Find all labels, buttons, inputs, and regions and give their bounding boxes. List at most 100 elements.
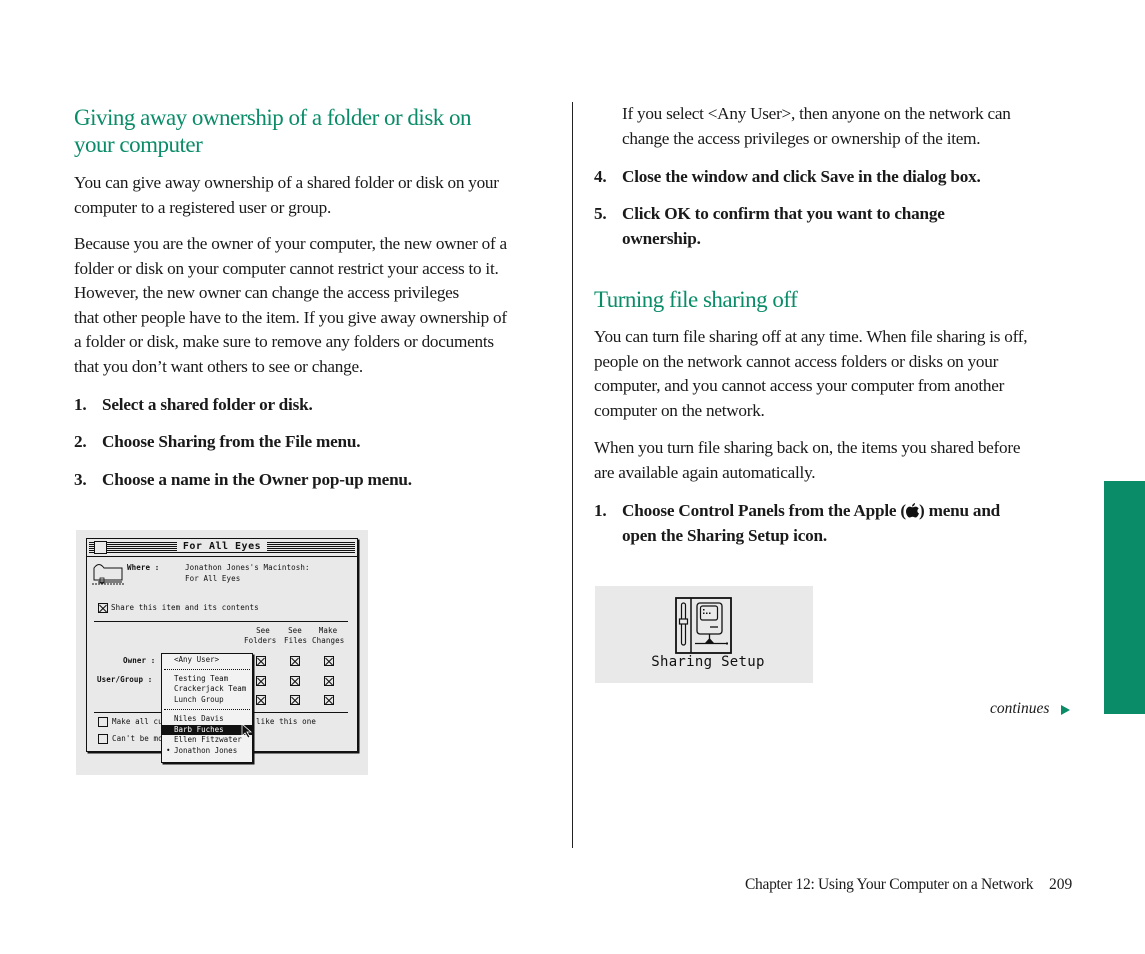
divider <box>94 621 348 622</box>
section-heading-turning-off: Turning file sharing off <box>594 286 798 313</box>
mouse-pointer-icon <box>241 723 253 739</box>
menu-item-any-user[interactable]: <Any User> <box>174 655 219 665</box>
continues-arrow-icon <box>1061 705 1070 715</box>
menu-item-lunch-group[interactable]: Lunch Group <box>174 695 224 705</box>
where-label: Where : <box>127 563 160 572</box>
text-line: that other people have to the item. If y… <box>74 307 507 327</box>
menu-item-testing-team[interactable]: Testing Team <box>174 674 228 684</box>
text-fragment: ) menu and <box>918 501 1001 520</box>
group-see-folders-checkbox[interactable] <box>256 676 266 686</box>
apple-logo-icon <box>905 503 919 518</box>
chapter-thumb-tab <box>1104 481 1145 714</box>
step-text: Choose a name in the Owner pop-up menu. <box>102 470 412 489</box>
text-line: However, the new owner can change the ac… <box>74 283 459 303</box>
menu-item-ellen-fitzwater[interactable]: Ellen Fitzwater <box>174 735 242 745</box>
menu-item-jonathon-jones[interactable]: Jonathon Jones <box>174 746 237 756</box>
text-line: open the Sharing Setup icon. <box>622 525 827 545</box>
column-header-see-files: See <box>288 626 302 635</box>
owner-see-folders-checkbox[interactable] <box>256 656 266 666</box>
where-value-path: Jonathon Jones's Macintosh: <box>185 563 310 572</box>
turn-off-step-1: 1. Choose Control Panels from the Apple … <box>594 499 1074 549</box>
step-number: 1. <box>74 395 87 414</box>
step-number: 3. <box>74 470 87 489</box>
step-3: 3. Choose a name in the Owner pop-up men… <box>74 468 554 493</box>
text-line: Because you are the owner of your comput… <box>74 234 507 253</box>
heading-line: your computer <box>74 132 203 157</box>
column-divider <box>572 102 574 848</box>
heading-line: Giving away ownership of a folder or dis… <box>74 105 472 130</box>
cant-be-moved-checkbox[interactable] <box>98 734 108 744</box>
text-line: computer on the network. <box>594 400 765 420</box>
any-user-note: If you select <Any User>, then anyone on… <box>622 102 1072 151</box>
step-number: 1. <box>594 501 607 520</box>
step-text: Choose Control Panels from the Apple ( ) … <box>622 499 1000 548</box>
sharing-dialog-screenshot: For All Eyes Where : Jonathon Jones's Ma… <box>76 530 368 775</box>
step-number: 5. <box>594 204 607 223</box>
step-text: Close the window and click Save in the d… <box>622 167 981 186</box>
everyone-see-files-checkbox[interactable] <box>290 695 300 705</box>
everyone-make-changes-checkbox[interactable] <box>324 695 334 705</box>
left-column: Giving away ownership of a folder or dis… <box>74 104 554 158</box>
text-line: ownership. <box>622 228 701 248</box>
everyone-see-folders-checkbox[interactable] <box>256 695 266 705</box>
page-number: 209 <box>1049 876 1073 893</box>
text-line: people on the network cannot access fold… <box>594 351 999 371</box>
column-header-make-changes: Changes <box>312 636 345 645</box>
ownership-paragraph: Because you are the owner of your comput… <box>74 232 564 380</box>
continues-label: continues <box>990 700 1050 717</box>
sharing-setup-control-panel-icon[interactable] <box>675 597 733 654</box>
group-see-files-checkbox[interactable] <box>290 676 300 686</box>
owner-see-files-checkbox[interactable] <box>290 656 300 666</box>
sharing-setup-icon-screenshot: Sharing Setup <box>595 586 813 683</box>
window-title: For All Eyes <box>87 540 357 554</box>
menu-item-crackerjack-team[interactable]: Crackerjack Team <box>174 684 246 694</box>
make-all-enclosed-checkbox[interactable] <box>98 717 108 727</box>
group-make-changes-checkbox[interactable] <box>324 676 334 686</box>
step-number: 2. <box>74 432 87 451</box>
step-1: 1. Select a shared folder or disk. <box>74 393 554 418</box>
menu-item-niles-davis[interactable]: Niles Davis <box>174 714 224 724</box>
step-number: 4. <box>594 167 607 186</box>
step-5: 5. Click OK to confirm that you want to … <box>594 202 1074 252</box>
current-owner-bullet-icon: • <box>166 746 171 755</box>
section-heading-giving-away-ownership: Giving away ownership of a folder or dis… <box>74 104 554 158</box>
share-item-checkbox[interactable] <box>98 603 108 613</box>
window-title-text: For All Eyes <box>176 541 268 552</box>
text-fragment: Choose Control Panels from the Apple ( <box>622 501 906 520</box>
text-line: If you select <Any User>, then anyone on… <box>622 104 1011 123</box>
menu-separator <box>164 709 250 710</box>
step-text: Select a shared folder or disk. <box>102 395 313 414</box>
text-line: a folder or disk, make sure to remove an… <box>74 332 494 352</box>
heading-text: Turning file sharing off <box>594 287 798 312</box>
text-line: are available again automatically. <box>594 462 816 482</box>
step-2: 2. Choose Sharing from the File menu. <box>74 430 554 455</box>
make-all-enclosed-label: Make all cur <box>112 717 168 726</box>
text-line: You can give away ownership of a shared … <box>74 173 499 192</box>
make-all-enclosed-label-tail: like this one <box>256 717 316 726</box>
shared-folder-icon <box>92 564 124 585</box>
running-footer-chapter: Chapter 12: Using Your Computer on a Net… <box>745 876 1034 893</box>
owner-make-changes-checkbox[interactable] <box>324 656 334 666</box>
turn-on-paragraph: When you turn file sharing back on, the … <box>594 436 1074 485</box>
user-group-label: User/Group : <box>97 675 153 684</box>
cant-be-moved-label: Can't be mo <box>112 734 163 743</box>
column-header-make-changes: Make <box>318 626 338 635</box>
turn-off-paragraph: You can turn file sharing off at any tim… <box>594 325 1074 423</box>
owner-label: Owner : <box>123 656 156 665</box>
share-item-label: Share this item and its contents <box>111 603 259 612</box>
text-line: computer, and you cannot access your com… <box>594 376 1005 396</box>
where-value-item: For All Eyes <box>185 574 241 583</box>
step-4: 4. Close the window and click Save in th… <box>594 165 1074 190</box>
text-line: computer to a registered user or group. <box>74 197 332 217</box>
text-line: Click OK to confirm that you want to cha… <box>622 204 945 223</box>
column-header-see-files: Files <box>284 636 308 645</box>
window-titlebar[interactable]: For All Eyes <box>87 539 357 557</box>
menu-item-barb-fuches[interactable]: Barb Fuches <box>174 725 224 735</box>
text-line: You can turn file sharing off at any tim… <box>594 327 1028 346</box>
text-line: When you turn file sharing back on, the … <box>594 438 1021 457</box>
sharing-setup-icon-label: Sharing Setup <box>651 654 765 670</box>
step-text: Choose Sharing from the File menu. <box>102 432 361 451</box>
owner-popup-menu: <Any User> Testing Team Crackerjack Team… <box>161 653 253 763</box>
column-header-see-folders: Folders <box>244 636 277 645</box>
intro-paragraph: You can give away ownership of a shared … <box>74 171 564 220</box>
